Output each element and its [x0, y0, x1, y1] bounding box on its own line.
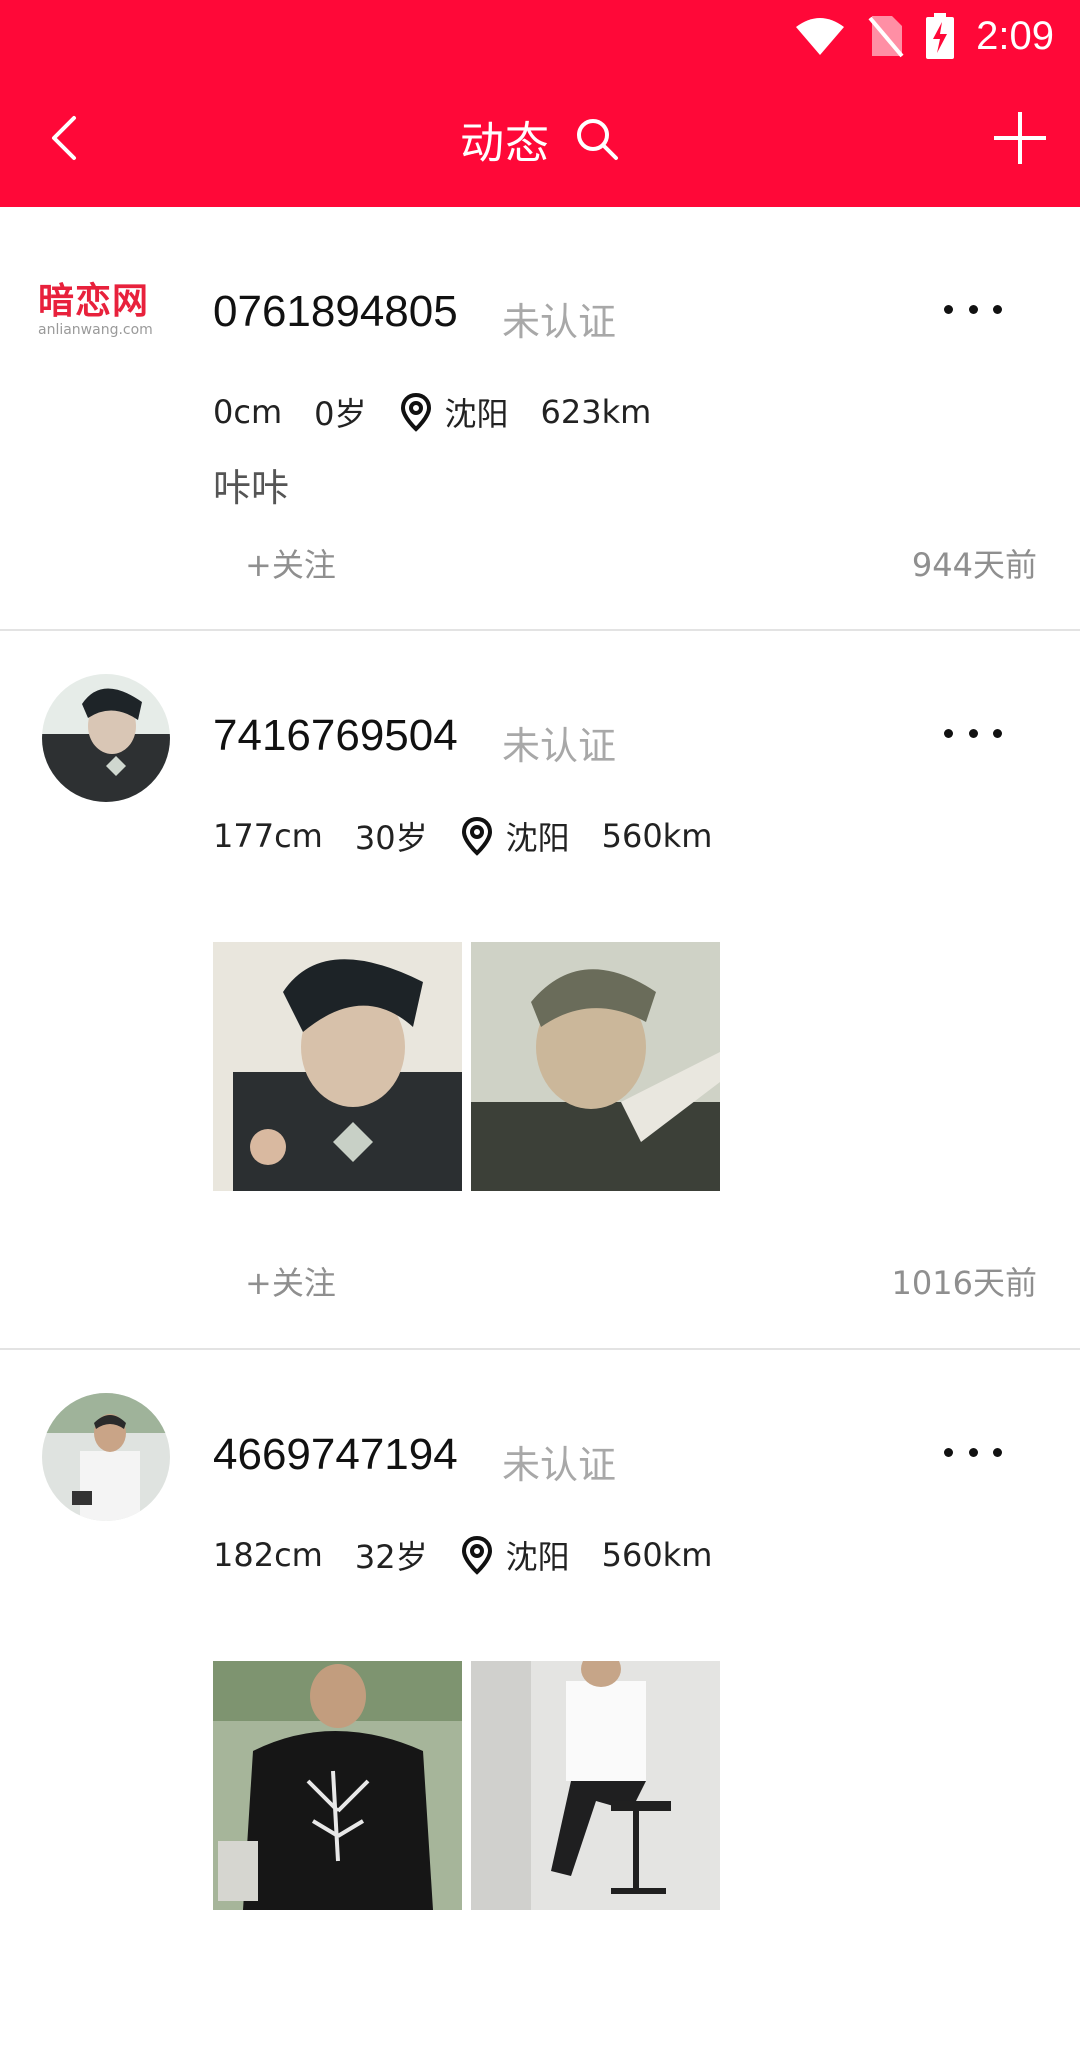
user-age: 0岁 — [314, 395, 367, 433]
location-pin-icon — [400, 392, 431, 432]
post-text: 咔咔 — [213, 466, 290, 510]
app-bar: 动态 — [0, 72, 1080, 207]
user-age: 30岁 — [354, 819, 428, 857]
no-sim-icon — [868, 16, 904, 58]
verify-status: 未认证 — [502, 1443, 617, 1487]
photo-grid — [213, 942, 720, 1191]
add-icon[interactable] — [988, 106, 1052, 170]
feed-post[interactable]: 4669747194 未认证 182cm 32岁 沈阳 560km — [0, 1350, 1080, 2070]
user-height: 0cm — [213, 393, 283, 431]
username[interactable]: 7416769504 — [213, 711, 458, 761]
feed-post[interactable]: 暗恋网 anlianwang.com 0761894805 未认证 0cm 0岁… — [0, 207, 1080, 631]
avatar[interactable]: 暗恋网 anlianwang.com — [38, 282, 168, 342]
avatar[interactable] — [42, 1393, 170, 1521]
photo-grid — [213, 1661, 720, 1910]
post-photo[interactable] — [213, 1661, 462, 1910]
status-time: 2:09 — [976, 13, 1054, 58]
location-pin-icon — [461, 1535, 492, 1575]
user-height: 177cm — [213, 817, 323, 855]
follow-button[interactable]: +关注 — [245, 1258, 336, 1304]
post-photo[interactable] — [213, 942, 462, 1191]
username[interactable]: 0761894805 — [213, 287, 458, 337]
user-city: 沈阳 — [444, 395, 509, 433]
post-time: 1016天前 — [891, 1264, 1037, 1302]
page-title: 动态 — [460, 118, 550, 169]
user-meta: 177cm 30岁 沈阳 560km — [213, 811, 744, 861]
user-meta: 0cm 0岁 沈阳 623km — [213, 387, 683, 437]
location-pin-icon — [461, 816, 492, 856]
verify-status: 未认证 — [502, 724, 617, 768]
user-age: 32岁 — [354, 1538, 428, 1576]
status-bar: 2:09 — [0, 0, 1080, 72]
user-height: 182cm — [213, 1536, 323, 1574]
user-distance: 560km — [601, 817, 713, 855]
post-time: 944天前 — [911, 546, 1037, 584]
post-photo[interactable] — [471, 1661, 720, 1910]
wifi-icon — [796, 18, 845, 55]
more-options-icon[interactable] — [944, 721, 1002, 745]
user-city: 沈阳 — [505, 819, 570, 857]
username[interactable]: 4669747194 — [213, 1430, 458, 1480]
user-distance: 623km — [540, 393, 652, 431]
more-options-icon[interactable] — [944, 297, 1002, 321]
post-photo[interactable] — [471, 942, 720, 1191]
follow-button[interactable]: +关注 — [245, 540, 336, 586]
feed-list: 暗恋网 anlianwang.com 0761894805 未认证 0cm 0岁… — [0, 207, 1080, 2070]
logo-text: 暗恋网 — [38, 281, 150, 322]
user-city: 沈阳 — [505, 1538, 570, 1576]
avatar[interactable] — [42, 674, 170, 802]
verify-status: 未认证 — [502, 300, 617, 344]
battery-charging-icon — [926, 13, 955, 59]
feed-post[interactable]: 7416769504 未认证 177cm 30岁 沈阳 560km +关注 10… — [0, 631, 1080, 1350]
logo-subtext: anlianwang.com — [38, 322, 153, 338]
user-distance: 560km — [601, 1536, 713, 1574]
search-icon[interactable] — [574, 116, 620, 162]
user-meta: 182cm 32岁 沈阳 560km — [213, 1530, 744, 1580]
more-options-icon[interactable] — [944, 1440, 1002, 1464]
